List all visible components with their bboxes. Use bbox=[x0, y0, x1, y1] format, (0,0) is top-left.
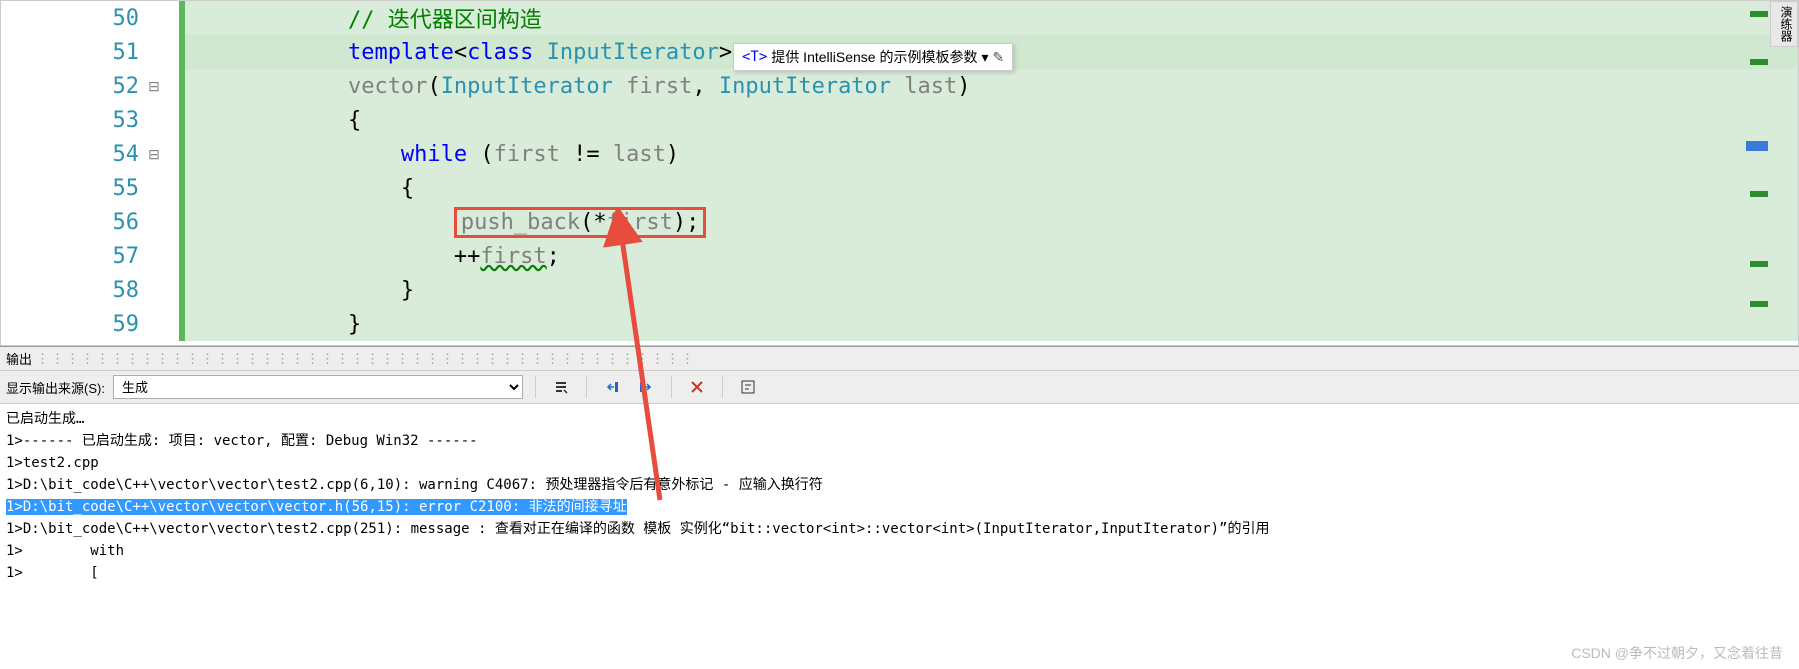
clear-all-button[interactable] bbox=[684, 375, 710, 399]
watermark: CSDN @争不过朝夕，又念着往昔 bbox=[1571, 643, 1783, 663]
output-line[interactable]: 已启动生成… bbox=[6, 408, 1793, 430]
separator bbox=[722, 376, 723, 398]
output-line[interactable]: 1> with bbox=[6, 540, 1793, 562]
template-tag: <T> bbox=[742, 49, 767, 65]
line-number: 55 bbox=[1, 171, 179, 205]
output-line[interactable]: 1> [ bbox=[6, 562, 1793, 584]
code-line[interactable]: } bbox=[179, 307, 1798, 341]
line-number: 51 bbox=[1, 35, 179, 69]
output-line[interactable]: 1>D:\bit_code\C++\vector\vector\vector.h… bbox=[6, 496, 1793, 518]
output-toolbar: 显示输出来源(S): 生成 bbox=[0, 371, 1799, 404]
chevron-down-icon[interactable]: ▾ bbox=[981, 49, 988, 66]
code-line[interactable]: } bbox=[179, 273, 1798, 307]
code-editor[interactable]: 505152⊟5354⊟5556575859 // 迭代器区间构造 templa… bbox=[0, 0, 1799, 346]
line-number: 57 bbox=[1, 239, 179, 273]
line-number: 58 bbox=[1, 273, 179, 307]
code-line[interactable]: // 迭代器区间构造 bbox=[179, 1, 1798, 35]
intellisense-hint[interactable]: <T> 提供 IntelliSense 的示例模板参数 ▾ ✎ bbox=[733, 43, 1013, 71]
grip-icon: ⋮⋮⋮⋮⋮⋮⋮⋮⋮⋮⋮⋮⋮⋮⋮⋮⋮⋮⋮⋮⋮⋮⋮⋮⋮⋮⋮⋮⋮⋮⋮⋮⋮⋮⋮⋮⋮⋮⋮⋮… bbox=[36, 351, 696, 367]
mini-map[interactable] bbox=[1740, 1, 1768, 331]
line-number-gutter: 505152⊟5354⊟5556575859 bbox=[1, 1, 179, 341]
next-message-button[interactable] bbox=[633, 375, 659, 399]
pencil-icon[interactable]: ✎ bbox=[993, 49, 1005, 66]
line-number: 54⊟ bbox=[1, 137, 179, 171]
output-panel: 输出 ⋮⋮⋮⋮⋮⋮⋮⋮⋮⋮⋮⋮⋮⋮⋮⋮⋮⋮⋮⋮⋮⋮⋮⋮⋮⋮⋮⋮⋮⋮⋮⋮⋮⋮⋮⋮⋮… bbox=[0, 346, 1799, 604]
output-title-bar[interactable]: 输出 ⋮⋮⋮⋮⋮⋮⋮⋮⋮⋮⋮⋮⋮⋮⋮⋮⋮⋮⋮⋮⋮⋮⋮⋮⋮⋮⋮⋮⋮⋮⋮⋮⋮⋮⋮⋮⋮… bbox=[0, 347, 1799, 371]
separator bbox=[671, 376, 672, 398]
output-source-select[interactable]: 生成 bbox=[113, 375, 523, 399]
prev-message-button[interactable] bbox=[599, 375, 625, 399]
code-line[interactable]: { bbox=[179, 171, 1798, 205]
intellisense-text: 提供 IntelliSense 的示例模板参数 bbox=[771, 47, 977, 67]
line-number: 56 bbox=[1, 205, 179, 239]
separator bbox=[586, 376, 587, 398]
separator bbox=[535, 376, 536, 398]
code-line[interactable]: ++first; bbox=[179, 239, 1798, 273]
error-highlight-box: push_back(*first); bbox=[454, 207, 706, 238]
line-number: 53 bbox=[1, 103, 179, 137]
output-line[interactable]: 1>------ 已启动生成: 项目: vector, 配置: Debug Wi… bbox=[6, 430, 1793, 452]
code-line[interactable]: while (first != last) bbox=[179, 137, 1798, 171]
output-line[interactable]: 1>D:\bit_code\C++\vector\vector\test2.cp… bbox=[6, 518, 1793, 540]
code-line[interactable]: vector(InputIterator first, InputIterato… bbox=[179, 69, 1798, 103]
output-body[interactable]: 已启动生成…1>------ 已启动生成: 项目: vector, 配置: De… bbox=[0, 404, 1799, 604]
line-number: 50 bbox=[1, 1, 179, 35]
find-message-button[interactable] bbox=[548, 375, 574, 399]
line-number: 52⊟ bbox=[1, 69, 179, 103]
toggle-wrap-button[interactable] bbox=[735, 375, 761, 399]
output-line[interactable]: 1>D:\bit_code\C++\vector\vector\test2.cp… bbox=[6, 474, 1793, 496]
code-line[interactable]: push_back(*first); bbox=[179, 205, 1798, 239]
output-line[interactable]: 1>test2.cpp bbox=[6, 452, 1793, 474]
line-number: 59 bbox=[1, 307, 179, 341]
code-line[interactable]: { bbox=[179, 103, 1798, 137]
output-source-label: 显示输出来源(S): bbox=[6, 378, 105, 397]
output-title: 输出 bbox=[6, 349, 32, 368]
side-panel-label[interactable]: 演练器 bbox=[1770, 1, 1798, 47]
